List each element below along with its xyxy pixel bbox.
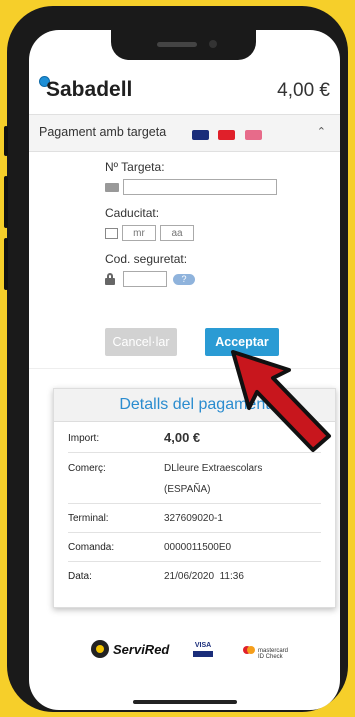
detail-key: Terminal: bbox=[68, 513, 109, 524]
cancel-button[interactable]: Cancel·lar bbox=[105, 328, 177, 356]
header-amount: 4,00 € bbox=[277, 80, 330, 101]
detail-value: DLleure Extraescolars bbox=[164, 463, 263, 474]
expiry-label: Caducitat: bbox=[105, 206, 160, 220]
detail-key: Comanda: bbox=[68, 542, 115, 553]
detail-value: 327609020-1 bbox=[164, 513, 223, 524]
chevron-up-icon[interactable]: ⌃ bbox=[317, 125, 326, 138]
header: Sabadell 4,00 € bbox=[29, 70, 340, 108]
detail-value: 4,00 € bbox=[164, 430, 201, 445]
payment-section-toggle[interactable]: Pagament amb targeta ⌃ bbox=[29, 114, 340, 152]
detail-key: Data: bbox=[68, 571, 92, 582]
visa-card-icon bbox=[192, 130, 209, 140]
lock-icon bbox=[105, 273, 115, 285]
red-arrow-annotation bbox=[231, 350, 331, 452]
maestro-icon bbox=[244, 130, 262, 140]
detail-value-country: (ESPAÑA) bbox=[164, 484, 211, 495]
camera bbox=[209, 40, 217, 48]
security-code-input[interactable] bbox=[123, 271, 167, 287]
credit-card-icon bbox=[105, 182, 119, 192]
id-check-text: ID Check bbox=[258, 654, 283, 660]
mastercard-id-check-logo: mastercard ID Check bbox=[243, 646, 288, 660]
phone-frame: Sabadell 4,00 € Pagament amb targeta ⌃ N… bbox=[4, 6, 348, 712]
footer-logos: ServiRed VISA mastercard ID Check bbox=[29, 640, 340, 670]
detail-row-date: Data: 21/06/2020 11:36 bbox=[68, 562, 321, 590]
card-number-input[interactable] bbox=[123, 179, 277, 195]
bank-logo: Sabadell bbox=[46, 78, 133, 101]
visa-text: VISA bbox=[194, 642, 212, 649]
calendar-icon bbox=[105, 227, 118, 239]
volume-up-button bbox=[4, 176, 8, 228]
servired-logo: ServiRed bbox=[91, 640, 169, 658]
section-title: Pagament amb targeta bbox=[39, 125, 167, 139]
mastercard-icon bbox=[218, 130, 236, 140]
card-brands bbox=[192, 127, 267, 145]
detail-row-order: Comanda: 0000011500E0 bbox=[68, 533, 321, 562]
card-form: Nº Targeta: Caducitat: Cod. seguretat: ? bbox=[105, 160, 335, 288]
detail-value: 21/06/2020 11:36 bbox=[164, 571, 244, 582]
detail-row-terminal: Terminal: 327609020-1 bbox=[68, 504, 321, 533]
notch bbox=[111, 30, 256, 60]
detail-key: Comerç: bbox=[68, 463, 106, 474]
visa-logo: VISA bbox=[193, 642, 213, 662]
expiry-month-input[interactable] bbox=[122, 225, 156, 241]
screen: Sabadell 4,00 € Pagament amb targeta ⌃ N… bbox=[29, 30, 340, 710]
servired-icon bbox=[91, 640, 109, 658]
expiry-year-input[interactable] bbox=[160, 225, 194, 241]
detail-value: 0000011500E0 bbox=[164, 542, 232, 553]
detail-key: Import: bbox=[68, 433, 100, 444]
detail-row-merchant: Comerç: DLleure Extraescolars (ESPAÑA) bbox=[68, 453, 321, 504]
mute-switch bbox=[4, 126, 8, 156]
home-indicator[interactable] bbox=[133, 700, 237, 704]
help-icon[interactable]: ? bbox=[173, 273, 195, 285]
volume-down-button bbox=[4, 238, 8, 290]
servired-text: ServiRed bbox=[113, 642, 170, 657]
card-number-label: Nº Targeta: bbox=[105, 160, 165, 174]
speaker bbox=[157, 42, 197, 47]
security-code-label: Cod. seguretat: bbox=[105, 252, 188, 266]
